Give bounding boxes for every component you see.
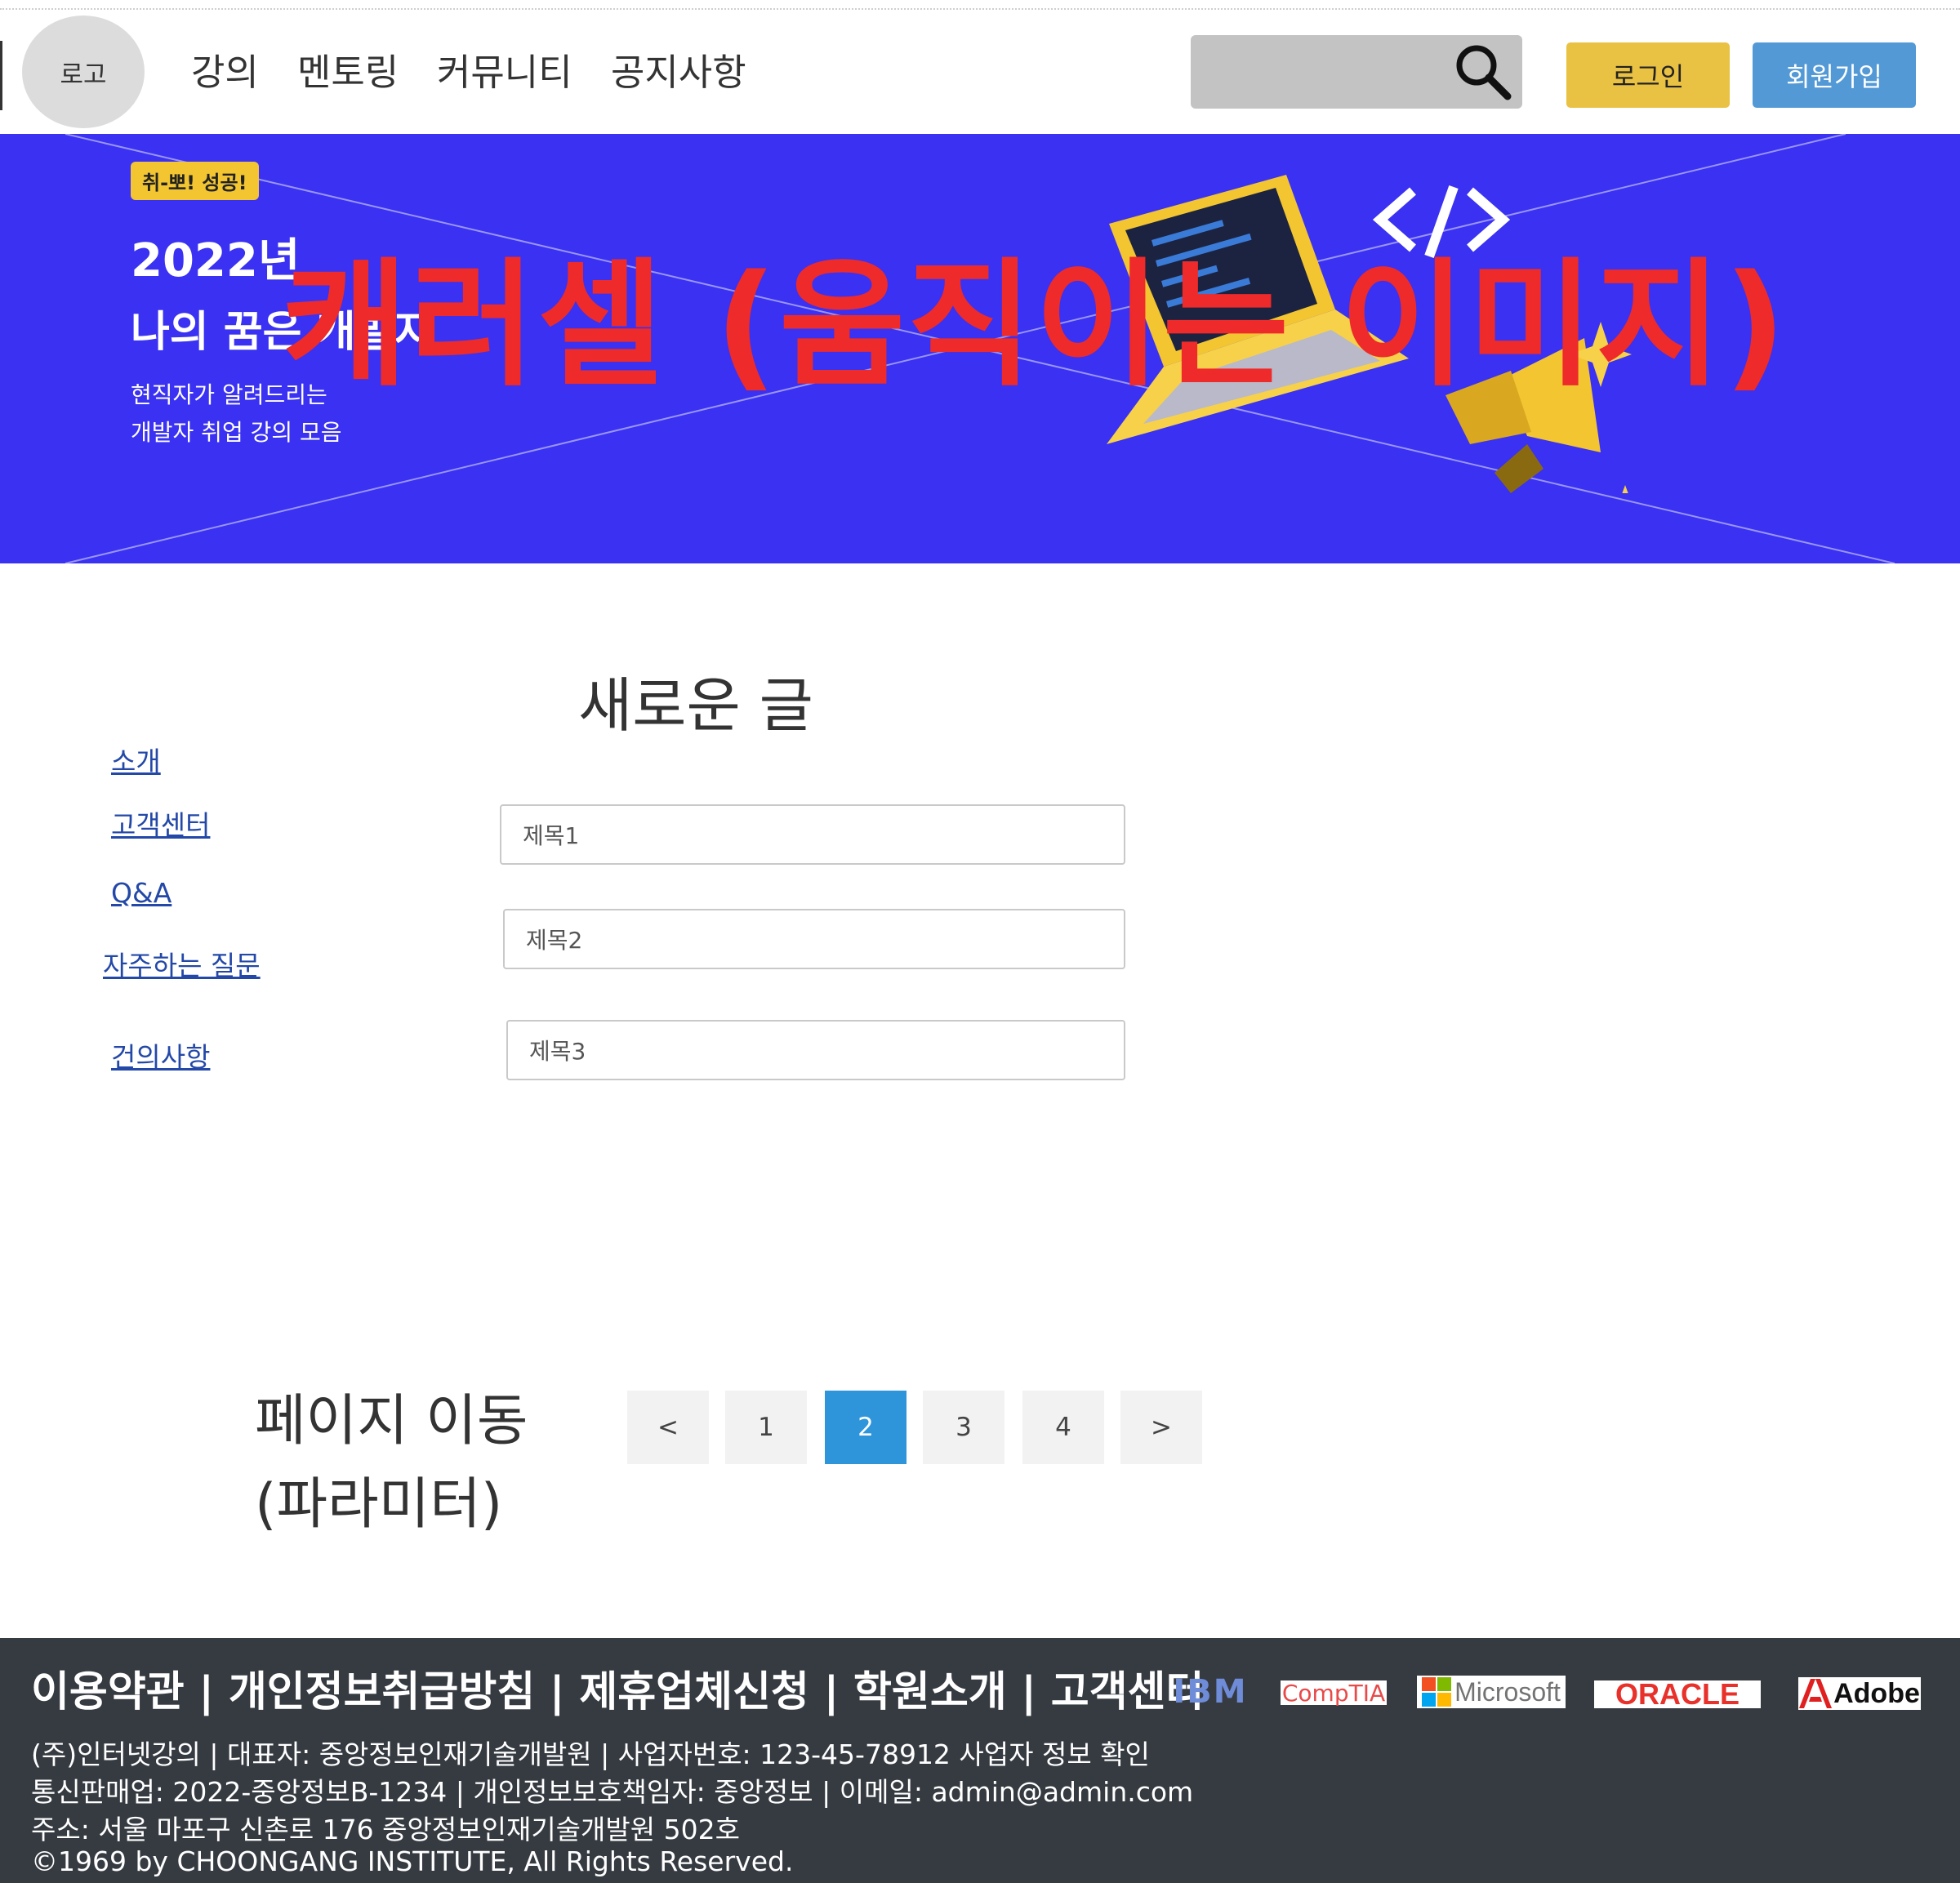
page-button-1[interactable]: 1 — [725, 1391, 807, 1464]
microsoft-logo: Microsoft — [1417, 1676, 1566, 1708]
page-button-3[interactable]: 3 — [923, 1391, 1004, 1464]
banner-subtitle-2: 개발자 취업 강의 모음 — [131, 419, 342, 446]
search-icon[interactable] — [1454, 42, 1512, 101]
carousel-banner[interactable]: 취-뽀! 성공! 2022년 나의 꿈은 개발자 현직자가 알려드리는 개발자 … — [0, 134, 1960, 563]
left-edge-mark — [0, 41, 2, 110]
adobe-wordmark: Adobe — [1833, 1677, 1920, 1709]
logo[interactable]: 로고 — [22, 16, 145, 128]
microsoft-squares-icon — [1422, 1677, 1452, 1707]
nav-item-community[interactable]: 커뮤니티 — [437, 42, 572, 96]
side-link-qna[interactable]: Q&A — [111, 877, 172, 909]
side-link-support[interactable]: 고객센터 — [111, 804, 210, 843]
microsoft-wordmark: Microsoft — [1454, 1676, 1561, 1707]
banner-badge: 취-뽀! 성공! — [131, 162, 259, 200]
side-link-suggestions[interactable]: 건의사항 — [111, 1035, 210, 1075]
top-divider — [0, 8, 1960, 10]
post-item[interactable]: 제목2 — [503, 909, 1125, 969]
pagination-label-line2: (파라미터) — [255, 1472, 503, 1537]
page-button-4[interactable]: 4 — [1022, 1391, 1104, 1464]
nav-item-lectures[interactable]: 강의 — [191, 42, 259, 96]
prev-page-button[interactable]: < — [627, 1391, 709, 1464]
oracle-logo: ORACLE — [1594, 1677, 1761, 1711]
ibm-logo: IBM — [1173, 1673, 1248, 1711]
post-item[interactable]: 제목3 — [506, 1020, 1125, 1080]
nav-item-notices[interactable]: 공지사항 — [611, 42, 746, 96]
signup-button[interactable]: 회원가입 — [1753, 42, 1916, 108]
footer-registration-info: 통신판매업: 2022-중앙정보B-1234 | 개인정보보호책임자: 중앙정보… — [31, 1776, 1194, 1808]
comptia-logo: CompTIA — [1281, 1679, 1387, 1707]
side-link-faq[interactable]: 자주하는 질문 — [103, 944, 261, 983]
footer-copyright: ©1969 by CHOONGANG INSTITUTE, All Rights… — [31, 1845, 794, 1877]
nav-item-mentoring[interactable]: 멘토링 — [297, 42, 399, 96]
login-button[interactable]: 로그인 — [1566, 42, 1730, 108]
section-title: 새로운 글 — [578, 671, 813, 740]
side-link-intro[interactable]: 소개 — [111, 740, 161, 779]
page-button-2[interactable]: 2 — [825, 1391, 906, 1464]
next-page-button[interactable]: > — [1120, 1391, 1202, 1464]
pagination-label-line1: 페이지 이동 — [255, 1389, 528, 1453]
banner-year: 2022년 — [131, 234, 301, 287]
adobe-a-icon — [1799, 1679, 1833, 1708]
footer-address: 주소: 서울 마포구 신촌로 176 중앙정보인재기술개발원 502호 — [31, 1814, 740, 1845]
footer-links[interactable]: 이용약관 | 개인정보취급방침 | 제휴업체신청 | 학원소개 | 고객센터 — [31, 1658, 1204, 1718]
post-item[interactable]: 제목1 — [500, 804, 1125, 865]
pagination-label: 페이지 이동 (파라미터) — [255, 1380, 528, 1547]
adobe-logo: Adobe — [1798, 1677, 1921, 1710]
carousel-overlay-label: 캐러셀 (움직이는 이미지) — [282, 245, 1788, 405]
footer-company-info: (주)인터넷강의 | 대표자: 중앙정보인재기술개발원 | 사업자번호: 123… — [31, 1738, 1150, 1770]
